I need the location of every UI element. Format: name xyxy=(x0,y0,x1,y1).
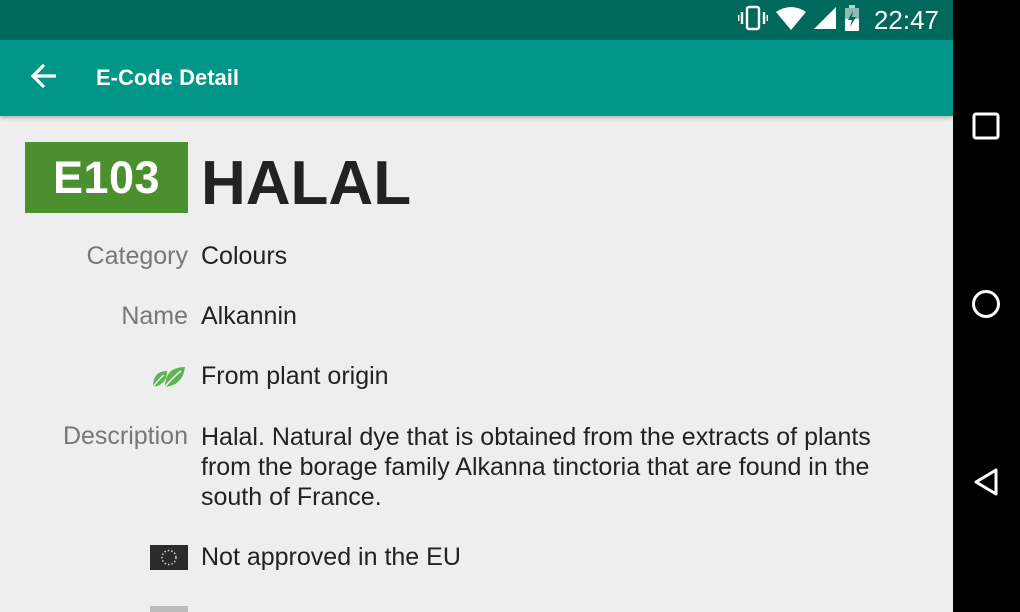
home-button[interactable] xyxy=(966,286,1006,326)
e-code-badge: E103 xyxy=(25,142,188,213)
eu-flag-icon xyxy=(150,545,188,570)
app-bar: E-Code Detail xyxy=(0,40,953,116)
status-bar: 22:47 xyxy=(0,0,953,40)
next-row-icon xyxy=(150,606,188,612)
navigation-bar xyxy=(953,0,1020,612)
status-time: 22:47 xyxy=(873,4,939,35)
recent-apps-button[interactable] xyxy=(966,108,1006,148)
back-icon xyxy=(972,467,1000,502)
status-icons: 22:47 xyxy=(737,0,939,40)
back-button[interactable] xyxy=(26,60,62,96)
nav-back-button[interactable] xyxy=(966,464,1006,504)
eu-approval-text: Not approved in the EU xyxy=(201,543,461,571)
name-value: Alkannin xyxy=(201,302,297,330)
vibrate-icon xyxy=(737,5,769,36)
origin-text: From plant origin xyxy=(201,362,389,390)
app-title: E-Code Detail xyxy=(96,65,240,90)
recent-apps-icon xyxy=(972,112,1000,145)
name-label: Name xyxy=(121,302,188,330)
description-text: Halal. Natural dye that is obtained from… xyxy=(201,423,871,511)
cell-signal-icon xyxy=(813,6,836,34)
wifi-icon xyxy=(775,6,806,35)
battery-charging-icon xyxy=(844,4,860,36)
halal-status-heading: HALAL xyxy=(201,149,412,218)
app-area: 22:47 E-Code Detail E103 HALAL Category … xyxy=(0,0,953,612)
description-label: Description xyxy=(62,422,188,450)
screen: 22:47 E-Code Detail E103 HALAL Category … xyxy=(0,0,1020,612)
leaf-icon xyxy=(150,364,188,390)
category-label: Category xyxy=(86,242,188,270)
arrow-back-icon xyxy=(30,63,58,94)
category-value: Colours xyxy=(201,242,288,270)
home-icon xyxy=(971,289,1001,324)
